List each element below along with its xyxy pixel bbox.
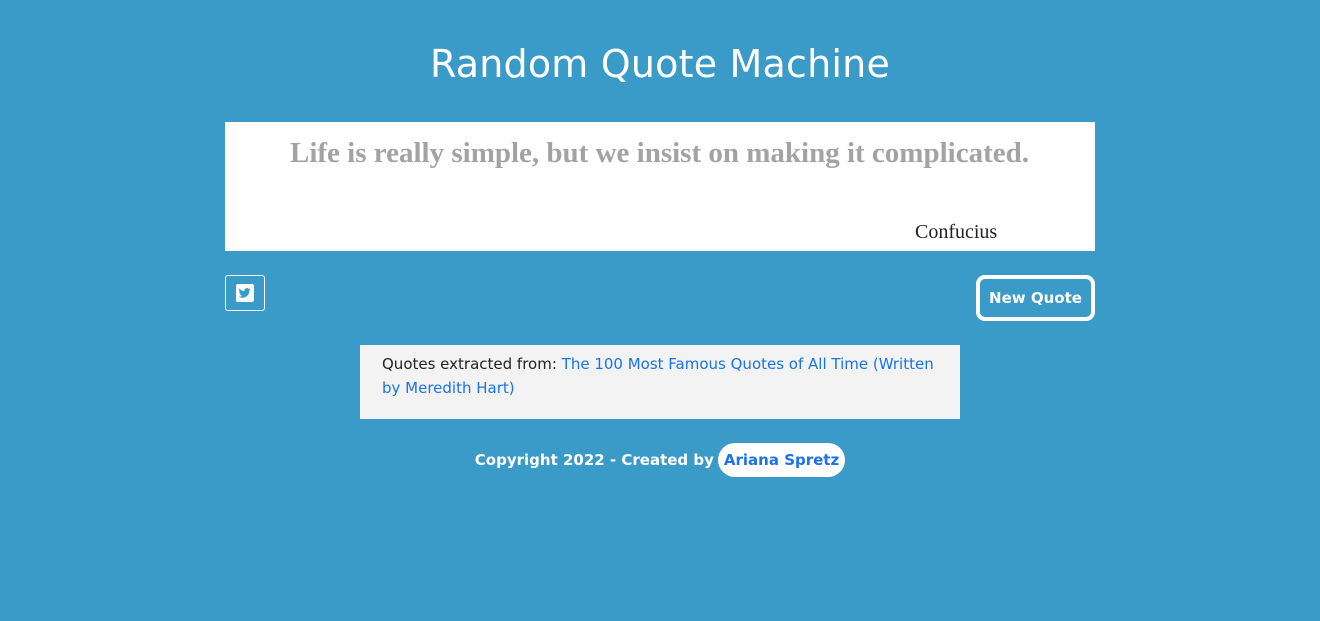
source-box: Quotes extracted from: The 100 Most Famo…: [360, 345, 960, 419]
quote-text: Life is really simple, but we insist on …: [290, 137, 1029, 169]
source-prefix: Quotes extracted from:: [382, 355, 562, 373]
twitter-icon: [236, 284, 254, 302]
quote-author: Confucius: [915, 221, 998, 243]
quote-box: Life is really simple, but we insist on …: [225, 122, 1095, 251]
page: Random Quote Machine Life is really simp…: [0, 0, 1320, 621]
page-title: Random Quote Machine: [429, 42, 891, 86]
footer: Copyright 2022 - Created by Ariana Spret…: [0, 443, 1320, 477]
new-quote-button[interactable]: New Quote: [976, 275, 1095, 321]
copyright-text: Copyright 2022 - Created by: [474, 451, 714, 469]
tweet-quote-button[interactable]: [225, 275, 265, 311]
author-link[interactable]: Ariana Spretz: [717, 443, 846, 477]
